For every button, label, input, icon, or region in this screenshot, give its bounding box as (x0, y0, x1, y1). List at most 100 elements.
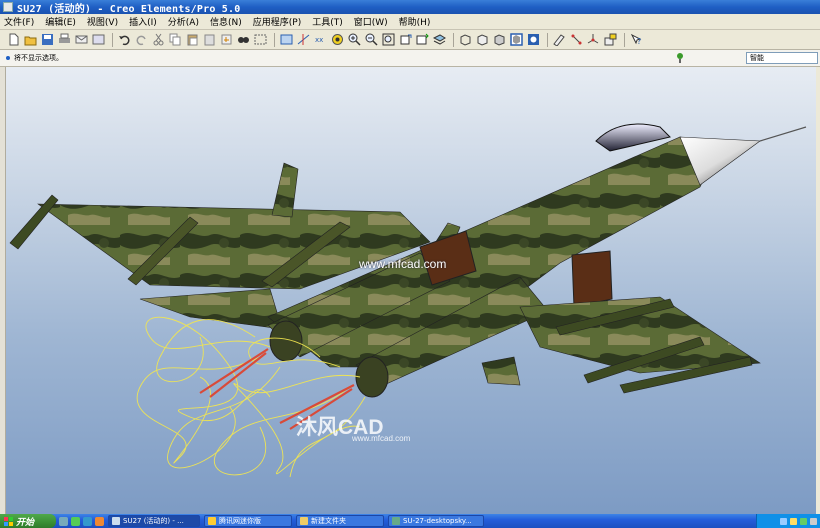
task-label: SU27 (活动的) - ... (123, 517, 184, 525)
quicklaunch-desktop-icon[interactable] (59, 516, 68, 526)
toolbar-separator (624, 32, 625, 47)
menu-applications[interactable]: 应用程序(P) (253, 15, 301, 28)
air-intake-right (571, 250, 613, 308)
toolbar-separator (274, 32, 275, 47)
status-light-icon[interactable] (676, 52, 684, 64)
svg-text:xx: xx (315, 36, 323, 44)
analysis-icon[interactable] (603, 33, 617, 47)
csys-tool-icon[interactable] (586, 33, 600, 47)
graphics-viewport[interactable]: www.mfcad.com 沐风CAD www.mfcad.com (0, 67, 820, 514)
menu-file[interactable]: 文件(F) (4, 15, 34, 28)
main-toolbar: xx ? (0, 30, 820, 50)
folder-task-icon (300, 517, 308, 525)
csys-display-icon[interactable] (330, 33, 344, 47)
menu-bar: 文件(F) 编辑(E) 视图(V) 插入(I) 分析(A) 信息(N) 应用程序… (0, 14, 820, 30)
regenerate-icon[interactable] (219, 33, 233, 47)
pitot-probe (759, 126, 807, 142)
print-icon[interactable] (57, 33, 71, 47)
cut-icon[interactable] (151, 33, 165, 47)
qq-task-icon (208, 517, 216, 525)
paste-icon[interactable] (185, 33, 199, 47)
nozzle-right (355, 356, 389, 398)
email-icon[interactable] (74, 33, 88, 47)
menu-window[interactable]: 窗口(W) (354, 15, 388, 28)
select-box-icon[interactable] (253, 33, 267, 47)
tray-ime-icon[interactable] (810, 517, 817, 525)
axis-display-icon[interactable] (296, 33, 310, 47)
viewport-right-edge (816, 67, 820, 514)
tray-volume-icon[interactable] (790, 517, 797, 525)
reorient-icon[interactable] (398, 33, 412, 47)
aircraft-model[interactable] (0, 67, 820, 514)
undo-icon[interactable] (117, 33, 131, 47)
creo-task-icon (112, 517, 120, 525)
svg-text:?: ? (637, 37, 641, 46)
menu-info[interactable]: 信息(N) (210, 15, 242, 28)
datum-point-icon[interactable] (569, 33, 583, 47)
menu-help[interactable]: 帮助(H) (399, 15, 431, 28)
context-help-icon[interactable]: ? (629, 33, 643, 47)
ventral-fin (481, 356, 521, 386)
message-area: 将不显示选项。 智能 (0, 50, 820, 67)
horizontal-stabilizer (139, 288, 283, 330)
app-icon (3, 2, 13, 12)
paste-special-icon[interactable] (202, 33, 216, 47)
start-button[interactable]: 开始 (0, 514, 56, 528)
plane-display-icon[interactable] (279, 33, 293, 47)
quicklaunch-app-icon[interactable] (95, 516, 104, 526)
vertical-tail-left (271, 162, 299, 218)
open-icon[interactable] (23, 33, 37, 47)
quicklaunch-media-icon[interactable] (83, 516, 92, 526)
save-icon[interactable] (40, 33, 54, 47)
zoom-in-icon[interactable] (347, 33, 361, 47)
task-label: 腾讯网迷你版 (219, 517, 261, 525)
watermark-url-top: www.mfcad.com (359, 257, 447, 271)
quicklaunch-browser-icon[interactable] (71, 516, 80, 526)
task-image-viewer[interactable]: SU-27-desktopsky... (388, 515, 484, 527)
no-hidden-icon[interactable] (492, 33, 506, 47)
close-window-icon[interactable] (91, 33, 105, 47)
taskbar: 开始 SU27 (活动的) - ... 腾讯网迷你版 新建文件夹 SU-27-d… (0, 514, 820, 528)
refit-icon[interactable] (381, 33, 395, 47)
left-wingtip-missile (9, 194, 59, 250)
title-bar: SU27 (活动的) - Creo Elements/Pro 5.0 (0, 0, 820, 15)
enhanced-realism-icon[interactable] (526, 33, 540, 47)
toolbar-separator (453, 32, 454, 47)
menu-analysis[interactable]: 分析(A) (168, 15, 199, 28)
menu-insert[interactable]: 插入(I) (129, 15, 157, 28)
selection-filter[interactable]: 智能 (746, 52, 818, 64)
window-title: SU27 (活动的) - Creo Elements/Pro 5.0 (17, 3, 241, 15)
application-window: SU27 (活动的) - Creo Elements/Pro 5.0 文件(F)… (0, 0, 820, 528)
nozzle-left (269, 320, 303, 362)
windows-logo-icon (4, 516, 13, 526)
redo-icon[interactable] (134, 33, 148, 47)
wireframe-icon[interactable] (458, 33, 472, 47)
zoom-out-icon[interactable] (364, 33, 378, 47)
shading-icon[interactable] (509, 33, 523, 47)
hidden-line-icon[interactable] (475, 33, 489, 47)
saved-views-icon[interactable] (415, 33, 429, 47)
point-display-icon[interactable]: xx (313, 33, 327, 47)
tray-network-icon[interactable] (780, 517, 787, 525)
find-icon[interactable] (236, 33, 250, 47)
toolbar-separator (112, 32, 113, 47)
task-folder[interactable]: 新建文件夹 (296, 515, 384, 527)
task-qq[interactable]: 腾讯网迷你版 (204, 515, 292, 527)
menu-view[interactable]: 视图(V) (87, 15, 118, 28)
sketch-tool-icon[interactable] (552, 33, 566, 47)
watermark-url-bottom: www.mfcad.com (352, 434, 411, 443)
menu-tools[interactable]: 工具(T) (312, 15, 343, 28)
copy-icon[interactable] (168, 33, 182, 47)
task-label: SU-27-desktopsky... (403, 517, 472, 525)
menu-edit[interactable]: 编辑(E) (45, 15, 76, 28)
new-icon[interactable] (6, 33, 20, 47)
task-label: 新建文件夹 (311, 517, 346, 525)
message-bullet-icon (6, 56, 10, 60)
message-text: 将不显示选项。 (14, 54, 63, 62)
layers-icon[interactable] (432, 33, 446, 47)
tray-security-icon[interactable] (800, 517, 807, 525)
toolbar-separator (547, 32, 548, 47)
task-creo[interactable]: SU27 (活动的) - ... (108, 515, 200, 527)
system-tray (756, 514, 820, 528)
image-task-icon (392, 517, 400, 525)
